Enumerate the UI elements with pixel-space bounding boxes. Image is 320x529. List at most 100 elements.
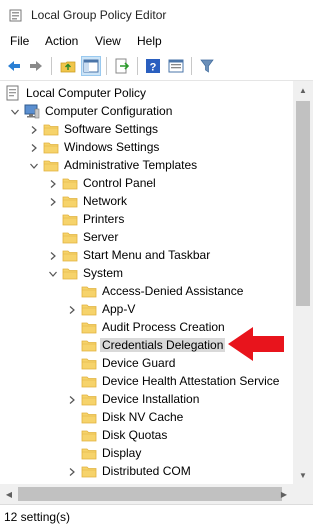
status-bar: 12 setting(s): [0, 504, 313, 529]
tree-item-label: Server: [83, 230, 119, 244]
tree-item[interactable]: Windows Settings: [0, 138, 293, 156]
tree-item-label: Access-Denied Assistance: [102, 284, 244, 298]
filter-icon[interactable]: [197, 56, 217, 76]
folder-icon: [81, 319, 97, 335]
tree-item-label: Local Computer Policy: [26, 86, 147, 100]
tree-item-label: Start Menu and Taskbar: [83, 248, 211, 262]
tree-item-label: Distributed COM: [102, 464, 191, 478]
group-policy-app-icon: [9, 8, 23, 22]
tree-item[interactable]: Control Panel: [0, 174, 293, 192]
tree-item-label: Control Panel: [83, 176, 156, 190]
expand-chevron-right-icon[interactable]: [48, 178, 58, 188]
folder-icon: [62, 211, 78, 227]
up-folder-icon[interactable]: [58, 56, 78, 76]
tree-item[interactable]: Administrative Templates: [0, 156, 293, 174]
folder-icon: [62, 175, 78, 191]
toolbar: ?: [0, 51, 313, 81]
export-list-icon[interactable]: [112, 56, 132, 76]
expand-chevron-right-icon[interactable]: [67, 304, 77, 314]
tree-item-label: Software Settings: [64, 122, 159, 136]
tree-item[interactable]: System: [0, 264, 293, 282]
expand-chevron-down-icon[interactable]: [48, 268, 58, 278]
vertical-scrollbar[interactable]: ▲ ▼: [293, 81, 313, 484]
folder-icon: [81, 373, 97, 389]
tree-item[interactable]: App-V: [0, 300, 293, 318]
policy-document-icon: [5, 85, 21, 101]
tree-item[interactable]: Computer Configuration: [0, 102, 293, 120]
tree-item-label: Printers: [83, 212, 125, 226]
menu-file[interactable]: File: [10, 34, 29, 48]
folder-icon: [81, 409, 97, 425]
title-bar: Local Group Policy Editor: [0, 0, 313, 31]
folder-icon: [62, 247, 78, 263]
status-text: 12 setting(s): [4, 510, 71, 524]
menu-bar: File Action View Help: [0, 31, 313, 51]
folder-icon: [81, 391, 97, 407]
tree-item[interactable]: Software Settings: [0, 120, 293, 138]
computer-icon: [24, 103, 40, 119]
folder-icon: [81, 337, 97, 353]
tree-item-label: Disk Quotas: [102, 428, 168, 442]
expand-chevron-right-icon[interactable]: [67, 466, 77, 476]
folder-icon: [81, 445, 97, 461]
tree-item[interactable]: Access-Denied Assistance: [0, 282, 293, 300]
tree-item[interactable]: Distributed COM: [0, 462, 293, 480]
toolbar-separator: [137, 57, 138, 75]
tree-item[interactable]: Server: [0, 228, 293, 246]
show-hide-tree-icon[interactable]: [81, 56, 101, 76]
scroll-left-icon[interactable]: ◀: [0, 484, 18, 504]
tree-item[interactable]: Disk Quotas: [0, 426, 293, 444]
console-tree: Local Computer Policy Computer Configurat…: [0, 81, 293, 484]
tree-item[interactable]: Device Installation: [0, 390, 293, 408]
tree-item[interactable]: Printers: [0, 210, 293, 228]
expand-chevron-right-icon[interactable]: [48, 250, 58, 260]
expand-chevron-right-icon[interactable]: [29, 142, 39, 152]
expand-chevron-down-icon[interactable]: [10, 106, 20, 116]
menu-action[interactable]: Action: [45, 34, 78, 48]
expand-chevron-right-icon[interactable]: [67, 394, 77, 404]
horizontal-scrollbar[interactable]: ◀ ▶: [0, 484, 293, 504]
properties-icon[interactable]: [166, 56, 186, 76]
tree-item-label: Windows Settings: [64, 140, 160, 154]
tree-item-label: Device Health Attestation Service: [102, 374, 280, 388]
tree-item-label: Audit Process Creation: [102, 320, 225, 334]
tree-item-label: App-V: [102, 302, 136, 316]
expand-chevron-down-icon[interactable]: [29, 160, 39, 170]
scroll-down-icon[interactable]: ▼: [293, 466, 313, 484]
help-icon[interactable]: ?: [143, 56, 163, 76]
folder-icon: [43, 139, 59, 155]
tree-item-label: System: [83, 266, 124, 280]
folder-icon: [62, 265, 78, 281]
toolbar-separator: [51, 57, 52, 75]
folder-icon: [43, 121, 59, 137]
tree-item-label: Device Installation: [102, 392, 200, 406]
tree-item[interactable]: Local Computer Policy: [0, 84, 293, 102]
tree-item[interactable]: Start Menu and Taskbar: [0, 246, 293, 264]
scrollbar-corner: [293, 484, 313, 504]
expand-chevron-right-icon[interactable]: [48, 196, 58, 206]
folder-icon: [81, 301, 97, 317]
menu-view[interactable]: View: [95, 34, 121, 48]
tree-item[interactable]: Disk NV Cache: [0, 408, 293, 426]
folder-icon: [43, 157, 59, 173]
tree-item-label: Display: [102, 446, 142, 460]
forward-icon[interactable]: [26, 56, 46, 76]
window-title: Local Group Policy Editor: [31, 8, 167, 22]
scroll-up-icon[interactable]: ▲: [293, 81, 313, 99]
expand-chevron-right-icon[interactable]: [29, 124, 39, 134]
back-icon[interactable]: [4, 56, 24, 76]
tree-item-label: Credentials Delegation: [100, 338, 226, 352]
tree-item[interactable]: Device Health Attestation Service: [0, 372, 293, 390]
red-arrow-annotation-icon: [228, 327, 284, 361]
tree-item-label: Administrative Templates: [64, 158, 198, 172]
vertical-scroll-thumb[interactable]: [296, 101, 310, 306]
horizontal-scroll-thumb[interactable]: [18, 487, 282, 501]
folder-icon: [81, 355, 97, 371]
svg-text:?: ?: [150, 62, 157, 74]
tree-item[interactable]: Display: [0, 444, 293, 462]
folder-icon: [81, 427, 97, 443]
tree-item[interactable]: Network: [0, 192, 293, 210]
menu-help[interactable]: Help: [137, 34, 162, 48]
scroll-right-icon[interactable]: ▶: [275, 484, 293, 504]
folder-icon: [62, 229, 78, 245]
